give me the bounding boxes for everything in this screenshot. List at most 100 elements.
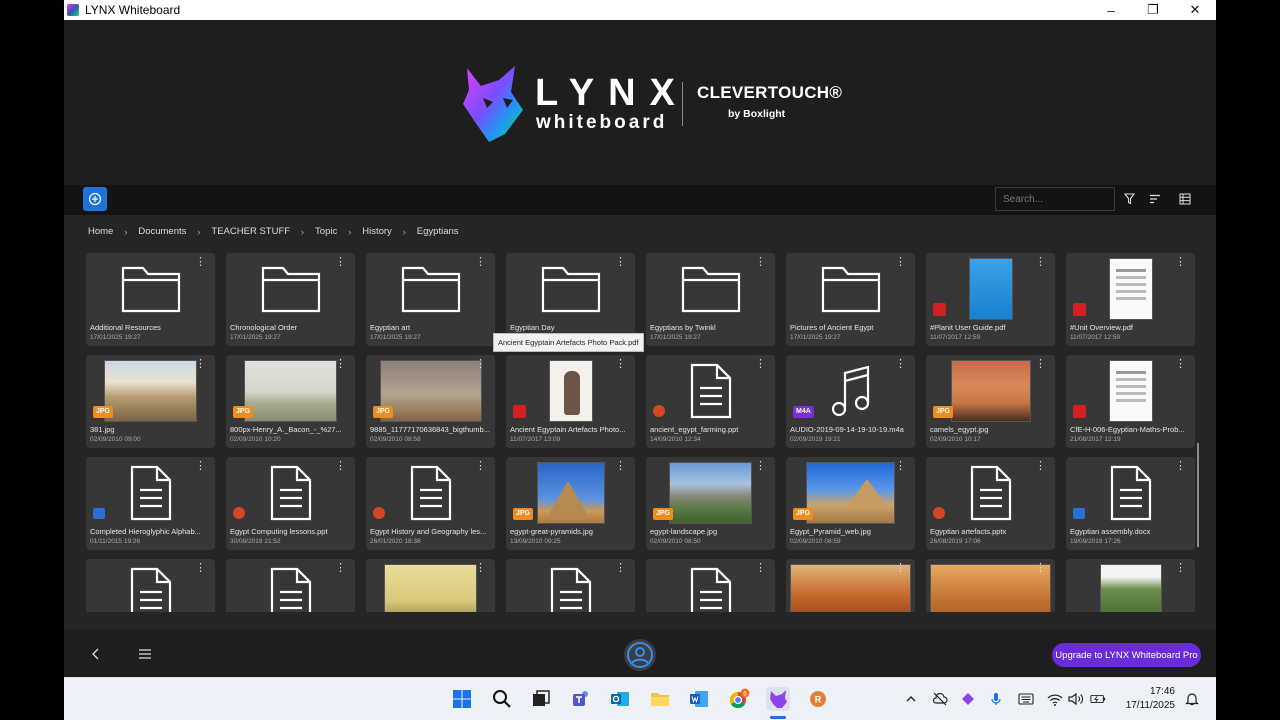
file-tile[interactable]: JPG ⋮ egypt-landscape.jpg 02/09/2010 08:50 — [646, 457, 775, 550]
folder-tile[interactable]: ⋮ Chronological Order 17/01/2025 19:27 — [226, 253, 355, 346]
volume-tray-icon[interactable] — [1068, 691, 1084, 707]
more-options-icon[interactable]: ⋮ — [475, 359, 486, 370]
teams-app-button[interactable] — [569, 687, 593, 711]
more-options-icon[interactable]: ⋮ — [1035, 257, 1046, 268]
more-options-icon[interactable]: ⋮ — [615, 257, 626, 268]
more-options-icon[interactable]: ⋮ — [895, 257, 906, 268]
more-options-icon[interactable]: ⋮ — [195, 359, 206, 370]
file-tile[interactable]: ⋮ — [926, 559, 1055, 612]
file-tile[interactable]: ⋮ Ancient Egyptain Artefacts Photo... 11/0… — [506, 355, 635, 448]
more-options-icon[interactable]: ⋮ — [755, 461, 766, 472]
sort-button[interactable] — [1147, 191, 1163, 207]
file-tile[interactable]: JPG ⋮ 9885_11777170636843_bigthumb... 02/09… — [366, 355, 495, 448]
grid-scrollbar[interactable] — [1197, 443, 1199, 547]
file-tile[interactable]: ⋮ — [646, 559, 775, 612]
more-options-icon[interactable]: ⋮ — [615, 563, 626, 574]
more-options-icon[interactable]: ⋮ — [475, 257, 486, 268]
file-tile[interactable]: JPG ⋮ camels_egypt.jpg 02/09/2010 10:17 — [926, 355, 1055, 448]
breadcrumb-item[interactable]: Topic — [315, 226, 337, 237]
more-options-icon[interactable]: ⋮ — [1175, 359, 1186, 370]
file-tile[interactable]: JPG ⋮ 800px-Henry_A._Bacon_-_%27... 02/09/2… — [226, 355, 355, 448]
more-options-icon[interactable]: ⋮ — [755, 563, 766, 574]
folder-tile[interactable]: ⋮ Egyptians by Twinkl 17/01/2025 19:27 — [646, 253, 775, 346]
view-toggle-button[interactable] — [1177, 191, 1193, 207]
battery-tray-icon[interactable] — [1090, 691, 1106, 707]
start-button[interactable] — [450, 687, 474, 711]
file-tile[interactable]: ⋮ #Unit Overview.pdf 11/07/2017 12:59 — [1066, 253, 1195, 346]
hamburger-menu-icon[interactable] — [137, 646, 153, 662]
file-tile[interactable]: ⋮ Egyptian artefacts.pptx 26/08/2019 17:06 — [926, 457, 1055, 550]
file-tile[interactable]: ⋮ Egypt Computing lessons.ppt 30/08/2019 2… — [226, 457, 355, 550]
chrome-app-button[interactable]: 6 — [727, 687, 751, 711]
breadcrumb-item[interactable]: TEACHER STUFF — [211, 226, 290, 237]
breadcrumb-item[interactable]: Documents — [138, 226, 186, 237]
word-app-button[interactable] — [687, 687, 711, 711]
more-options-icon[interactable]: ⋮ — [1175, 257, 1186, 268]
filter-button[interactable] — [1121, 191, 1137, 207]
upgrade-pro-button[interactable]: Upgrade to LYNX Whiteboard Pro — [1052, 643, 1201, 667]
lynx-app-button[interactable] — [766, 687, 790, 711]
more-options-icon[interactable]: ⋮ — [335, 359, 346, 370]
more-options-icon[interactable]: ⋮ — [195, 461, 206, 472]
lynx-tray-icon[interactable] — [960, 691, 976, 707]
taskbar-search-button[interactable] — [490, 687, 514, 711]
more-options-icon[interactable]: ⋮ — [195, 257, 206, 268]
more-options-icon[interactable]: ⋮ — [1035, 461, 1046, 472]
breadcrumb-item[interactable]: History — [362, 226, 392, 237]
folder-tile[interactable]: ⋮ Egyptian art 17/01/2025 19:27 — [366, 253, 495, 346]
system-clock[interactable]: 17:46 17/11/2025 — [1117, 685, 1175, 713]
more-options-icon[interactable]: ⋮ — [195, 563, 206, 574]
more-options-icon[interactable]: ⋮ — [475, 461, 486, 472]
tray-overflow-button[interactable] — [903, 691, 919, 707]
more-options-icon[interactable]: ⋮ — [755, 257, 766, 268]
more-options-icon[interactable]: ⋮ — [895, 563, 906, 574]
file-tile[interactable]: JPG ⋮ Egypt_Pyramid_web.jpg 02/09/2010 08:5… — [786, 457, 915, 550]
file-tile[interactable]: ⋮ — [86, 559, 215, 612]
breadcrumb-item[interactable]: Egyptians — [417, 226, 459, 237]
more-options-icon[interactable]: ⋮ — [895, 461, 906, 472]
more-options-icon[interactable]: ⋮ — [335, 257, 346, 268]
more-options-icon[interactable]: ⋮ — [755, 359, 766, 370]
more-options-icon[interactable]: ⋮ — [335, 461, 346, 472]
file-tile[interactable]: ⋮ Egyptian assembly.docx 19/09/2019 17:26 — [1066, 457, 1195, 550]
more-options-icon[interactable]: ⋮ — [895, 359, 906, 370]
folder-tile[interactable]: ⋮ Pictures of Ancient Egypt 17/01/2025 19:… — [786, 253, 915, 346]
back-arrow-icon[interactable] — [88, 646, 104, 662]
file-tile[interactable]: M4A ⋮ AUDIO-2019-09-14-19-10-19.m4a 02/09/2… — [786, 355, 915, 448]
folder-tile[interactable]: ⋮ Additional Resources 17/01/2025 19:27 — [86, 253, 215, 346]
more-options-icon[interactable]: ⋮ — [1175, 563, 1186, 574]
add-button[interactable] — [83, 187, 107, 211]
outlook-app-button[interactable] — [608, 687, 632, 711]
wifi-tray-icon[interactable] — [1047, 691, 1063, 707]
more-options-icon[interactable]: ⋮ — [1035, 563, 1046, 574]
sync-off-tray-icon[interactable] — [932, 691, 948, 707]
file-tile[interactable]: JPG ⋮ egypt-great-pyramids.jpg 13/09/2010 0… — [506, 457, 635, 550]
user-profile-icon[interactable] — [623, 638, 657, 672]
keyboard-tray-icon[interactable] — [1018, 691, 1034, 707]
file-tile[interactable]: ⋮ — [226, 559, 355, 612]
notifications-tray-icon[interactable] — [1184, 691, 1200, 707]
file-tile[interactable]: JPG ⋮ 381.jpg 02/09/2010 09:00 — [86, 355, 215, 448]
file-tile[interactable]: ⋮ Completed Hieroglyphic Alphab... 01/11/2… — [86, 457, 215, 550]
minimize-button[interactable]: – — [1090, 0, 1132, 20]
file-tile[interactable]: ⋮ — [506, 559, 635, 612]
breadcrumb-item[interactable]: Home — [88, 226, 113, 237]
file-explorer-button[interactable] — [648, 687, 672, 711]
maximize-button[interactable]: ❐ — [1132, 0, 1174, 20]
file-tile[interactable]: ⋮ CfE-H-006-Egyptian-Maths-Prob... 21/08/2… — [1066, 355, 1195, 448]
more-options-icon[interactable]: ⋮ — [615, 461, 626, 472]
more-options-icon[interactable]: ⋮ — [1035, 359, 1046, 370]
more-options-icon[interactable]: ⋮ — [615, 359, 626, 370]
more-options-icon[interactable]: ⋮ — [475, 563, 486, 574]
r-app-button[interactable]: R — [806, 687, 830, 711]
search-input[interactable] — [995, 187, 1115, 211]
more-options-icon[interactable]: ⋮ — [1175, 461, 1186, 472]
file-tile[interactable]: ⋮ — [786, 559, 915, 612]
file-tile[interactable]: ⋮ Egypt History and Geography les... 26/01… — [366, 457, 495, 550]
file-tile[interactable]: ⋮ #Planit User Guide.pdf 11/07/2017 12:59 — [926, 253, 1055, 346]
file-tile[interactable]: ⋮ ancient_egypt_farming.ppt 14/09/2010 12:… — [646, 355, 775, 448]
file-tile[interactable]: ⋮ — [1066, 559, 1195, 612]
task-view-button[interactable] — [529, 687, 553, 711]
file-tile[interactable]: ⋮ — [366, 559, 495, 612]
close-button[interactable]: ✕ — [1174, 0, 1216, 20]
